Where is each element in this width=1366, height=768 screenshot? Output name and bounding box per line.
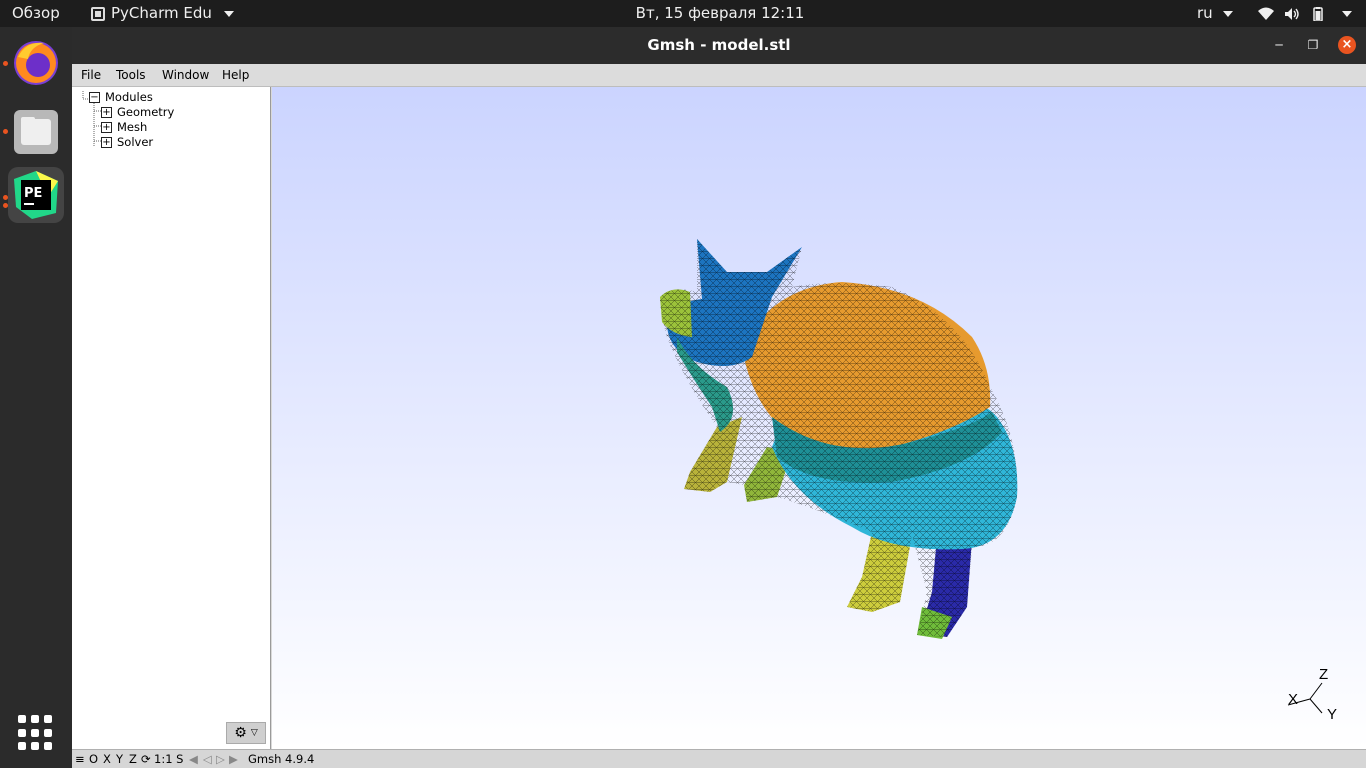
expand-icon[interactable]: + [101,107,112,118]
view-x-button[interactable]: X [103,752,111,766]
tree-node-solver[interactable]: + Solver [101,135,153,150]
chevron-down-icon [1342,10,1352,17]
menu-tools[interactable]: Tools [116,68,146,82]
collapse-icon[interactable]: − [89,92,100,103]
mesh-model[interactable]: Z X Y [272,87,1366,749]
volume-icon [1285,7,1299,20]
battery-icon [1313,6,1323,21]
maximize-button[interactable]: ❐ [1304,36,1322,54]
gear-icon: ⚙ [234,725,247,741]
rotate-icon[interactable]: ⟳ [141,752,151,766]
close-button[interactable]: × [1338,36,1356,54]
first-step-icon[interactable]: ◀ [189,752,198,766]
show-applications-button[interactable] [18,715,54,751]
pycharm-edu-icon[interactable]: PE [8,167,64,223]
next-step-icon[interactable]: ▶ [229,752,238,766]
version-label: Gmsh 4.9.4 [248,752,315,766]
menu-help[interactable]: Help [222,68,249,82]
firefox-icon[interactable] [8,35,64,91]
expand-icon[interactable]: + [101,137,112,148]
language-label: ru [1197,4,1213,22]
chevron-down-icon: ▽ [250,728,258,738]
tree-label-modules: Modules [105,90,153,104]
view-y-button[interactable]: Y [116,752,123,766]
svg-text:PE: PE [24,186,42,201]
minimize-button[interactable]: ─ [1270,36,1288,54]
menu-file[interactable]: File [81,68,101,82]
language-indicator[interactable]: ru [1197,0,1234,27]
gmsh-window: Gmsh - model.stl ─ ❐ × File Tools Window… [72,27,1366,768]
menu-toggle-icon[interactable]: ≡ [75,752,85,766]
title-bar[interactable]: Gmsh - model.stl ─ ❐ × [72,27,1366,64]
tree-node-geometry[interactable]: + Geometry [101,105,174,120]
axis-label-z: Z [1319,666,1328,683]
axes-indicator: Z X Y [1287,666,1337,723]
dock: PE [0,27,72,768]
status-bar: ≡ O X Y Z ⟳ 1:1 S ◀ ◁ ▷ ▶ Gmsh 4.9.4 [72,749,1366,768]
top-bar: Обзор PyCharm Edu Вт, 15 февраля 12:11 r… [0,0,1366,27]
tree-node-mesh[interactable]: + Mesh [101,120,147,135]
graphics-viewport[interactable]: Z X Y [272,87,1366,749]
system-tray[interactable] [1258,0,1352,27]
tree-label-geometry: Geometry [117,105,175,119]
settings-button[interactable]: ⚙ ▽ [226,722,266,744]
axis-label-y: Y [1327,706,1337,723]
menu-window[interactable]: Window [162,68,209,82]
chevron-down-icon [1223,10,1234,17]
play-icon[interactable]: ▷ [216,752,225,766]
tree-node-modules[interactable]: − Modules [89,90,153,105]
expand-icon[interactable]: + [101,122,112,133]
clock[interactable]: Вт, 15 февраля 12:11 [0,0,1366,27]
tree-label-solver: Solver [117,135,154,149]
view-origin-button[interactable]: O [89,752,98,766]
axis-label-x: X [1288,691,1298,708]
tree-label-mesh: Mesh [117,120,148,134]
files-icon[interactable] [8,104,64,160]
wifi-icon [1258,7,1274,20]
pig-mesh [660,239,1018,639]
module-tree: − Modules + Geometry + Mesh + Solver ⚙ ▽ [72,87,271,749]
window-title: Gmsh - model.stl [647,36,791,54]
view-z-button[interactable]: Z [129,752,137,766]
menu-bar: File Tools Window Help [72,64,1366,87]
scale-button[interactable]: 1:1 S [154,752,183,766]
previous-step-icon[interactable]: ◁ [203,752,212,766]
